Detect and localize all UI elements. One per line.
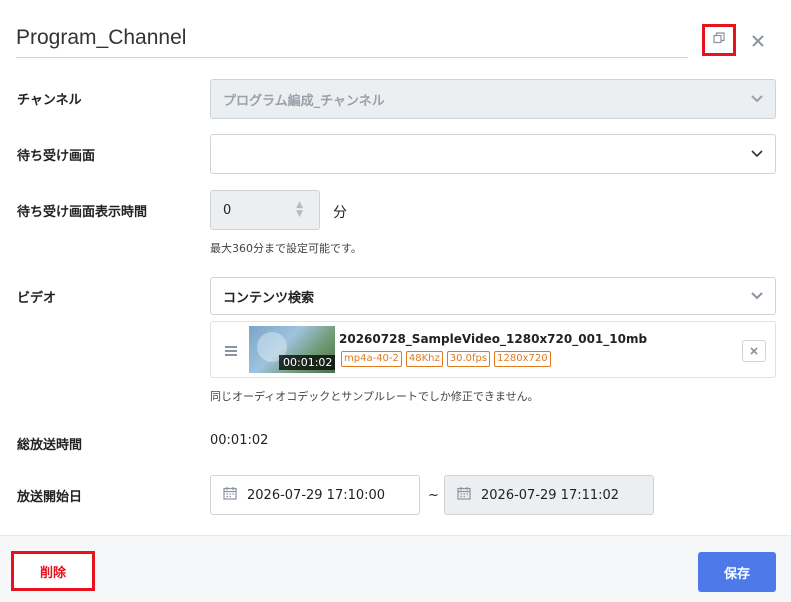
end-date-input: 2026-07-29 17:11:02 bbox=[444, 475, 654, 515]
channel-label: チャンネル bbox=[17, 93, 82, 108]
title-text: Program_Channel bbox=[16, 26, 187, 49]
remove-video-button[interactable] bbox=[742, 340, 766, 362]
spinner-icon[interactable]: ▲ ▼ bbox=[296, 201, 303, 219]
date-separator: ~ bbox=[428, 488, 439, 503]
footer bbox=[0, 535, 791, 602]
video-hint: 同じオーディオコデックとサンプルレートでしか修正できません。 bbox=[210, 390, 539, 403]
close-icon bbox=[752, 28, 764, 53]
video-tags: mp4a-40-2 48Khz 30.0fps 1280x720 bbox=[341, 351, 551, 367]
channel-value: プログラム編成_チャンネル bbox=[223, 93, 385, 109]
broadcast-start-label: 放送開始日 bbox=[17, 490, 83, 505]
standby-duration-unit: 分 bbox=[333, 205, 347, 221]
content-search-label: コンテンツ検索 bbox=[223, 290, 315, 306]
standby-screen-select[interactable] bbox=[210, 134, 776, 174]
chevron-down-icon bbox=[751, 91, 763, 107]
start-date-value: 2026-07-29 17:10:00 bbox=[247, 487, 386, 503]
standby-screen-label: 待ち受け画面 bbox=[17, 149, 96, 164]
delete-button[interactable]: 削除 bbox=[11, 551, 95, 591]
video-item: 00:01:02 20260728_SampleVideo_1280x720_0… bbox=[210, 321, 776, 378]
save-button[interactable]: 保存 bbox=[698, 552, 776, 592]
title-field[interactable]: Program_Channel bbox=[16, 22, 688, 58]
sample-rate-tag: 48Khz bbox=[405, 351, 443, 367]
total-duration-label: 総放送時間 bbox=[17, 438, 83, 453]
copy-button[interactable] bbox=[702, 24, 736, 56]
video-duration: 00:01:02 bbox=[279, 355, 335, 370]
close-icon bbox=[750, 345, 758, 358]
calendar-icon bbox=[457, 486, 471, 504]
total-duration-value: 00:01:02 bbox=[210, 433, 269, 448]
close-button[interactable] bbox=[746, 28, 770, 52]
content-search-select[interactable]: コンテンツ検索 bbox=[210, 277, 776, 315]
video-label: ビデオ bbox=[17, 291, 57, 306]
resolution-tag: 1280x720 bbox=[494, 351, 551, 367]
video-thumbnail: 00:01:02 bbox=[249, 326, 335, 373]
framerate-tag: 30.0fps bbox=[446, 351, 491, 367]
standby-duration-label: 待ち受け画面表示時間 bbox=[17, 205, 148, 220]
video-name: 20260728_SampleVideo_1280x720_001_10mb bbox=[339, 332, 648, 346]
calendar-icon bbox=[223, 486, 237, 504]
channel-select: プログラム編成_チャンネル bbox=[210, 79, 776, 119]
chevron-down-icon bbox=[751, 146, 763, 162]
standby-duration-hint: 最大360分まで設定可能です。 bbox=[210, 242, 362, 255]
standby-duration-input[interactable]: 0 ▲ ▼ bbox=[210, 190, 320, 230]
end-date-value: 2026-07-29 17:11:02 bbox=[481, 487, 620, 503]
chevron-down-icon bbox=[751, 288, 763, 304]
window-restore-icon bbox=[713, 32, 725, 48]
start-date-input[interactable]: 2026-07-29 17:10:00 bbox=[210, 475, 420, 515]
drag-handle-icon[interactable] bbox=[225, 342, 237, 361]
standby-duration-value: 0 bbox=[223, 202, 232, 218]
codec-tag: mp4a-40-2 bbox=[341, 351, 402, 367]
